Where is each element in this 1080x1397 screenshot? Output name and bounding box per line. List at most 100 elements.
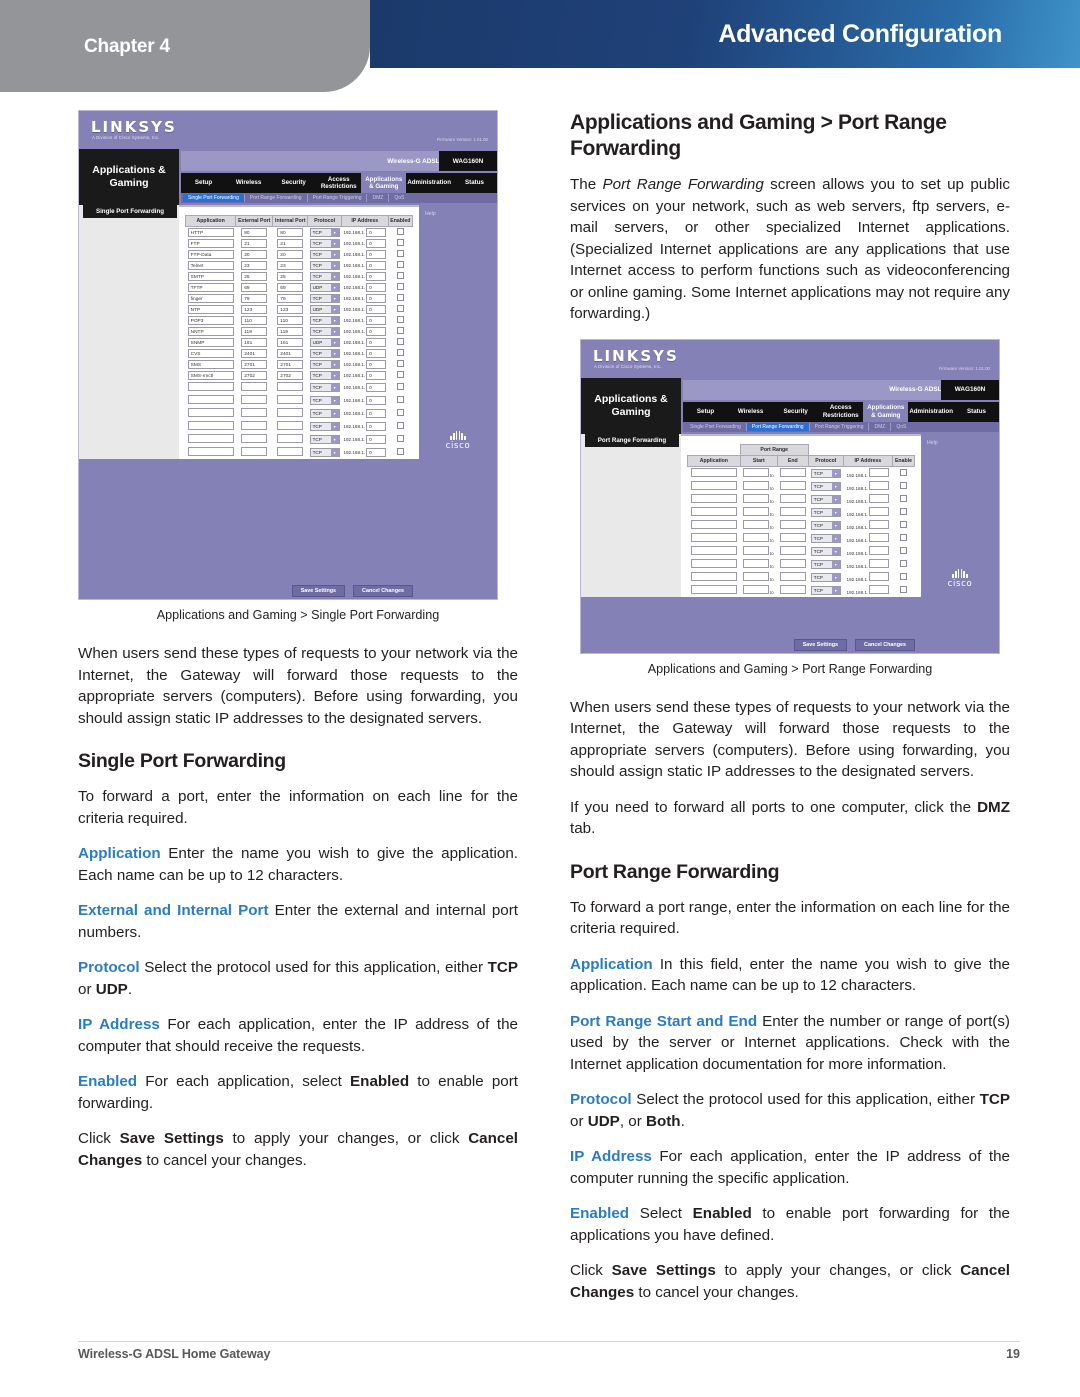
ip-suffix-input[interactable]: 0 [366, 283, 387, 292]
protocol-select[interactable]: TCP ▾ [309, 272, 340, 281]
internal-port-input[interactable]: 2701 [277, 360, 304, 369]
ip-suffix-input[interactable]: 0 [366, 338, 387, 347]
external-port-input[interactable]: 21 [241, 239, 268, 248]
router-tab-wireless[interactable]: Wireless [226, 173, 271, 193]
enabled-checkbox[interactable] [396, 448, 404, 455]
enabled-checkbox[interactable] [396, 228, 404, 235]
protocol-select[interactable]: TCP ▾ [309, 422, 340, 431]
router-subtab-single-port-forwarding[interactable]: Single Port Forwarding [183, 194, 245, 202]
internal-port-input[interactable]: 69 [277, 283, 304, 292]
internal-port-input[interactable]: 21 [277, 239, 304, 248]
router-subtab-single-port-forwarding-2[interactable]: Single Port Forwarding [685, 422, 747, 431]
application-input[interactable] [690, 545, 737, 555]
enabled-checkbox[interactable] [396, 250, 404, 257]
ip-suffix-input[interactable]: 0 [366, 327, 387, 336]
application-input[interactable] [187, 434, 234, 443]
internal-port-input[interactable] [277, 421, 304, 430]
application-input[interactable] [690, 532, 737, 542]
application-input[interactable]: Telnet [187, 261, 234, 270]
save-settings-button-2[interactable]: Save Settings [793, 638, 848, 651]
start-port-input[interactable] [742, 545, 769, 555]
router-tab-bar[interactable]: Setup Wireless Security Access Restricti… [181, 173, 497, 193]
router-tab-administration-2[interactable]: Administration [908, 402, 954, 422]
protocol-select[interactable]: TCP ▾ [309, 435, 340, 444]
application-input[interactable] [187, 382, 234, 391]
application-input[interactable]: SMTP [187, 272, 234, 281]
router-tab-status[interactable]: Status [452, 173, 497, 193]
ip-suffix-input[interactable] [869, 506, 890, 516]
ip-suffix-input[interactable] [869, 584, 890, 594]
external-port-input[interactable]: 110 [241, 316, 268, 325]
ip-suffix-input[interactable]: 0 [366, 305, 387, 314]
protocol-select[interactable]: TCP ▾ [810, 481, 841, 491]
ip-suffix-input[interactable]: 0 [366, 422, 387, 431]
enable-checkbox[interactable] [899, 494, 907, 502]
application-input[interactable]: SMS [187, 360, 234, 369]
ip-suffix-input[interactable] [869, 532, 890, 542]
enabled-checkbox[interactable] [396, 435, 404, 442]
protocol-select[interactable]: TCP ▾ [309, 327, 340, 336]
end-port-input[interactable] [779, 519, 806, 529]
end-port-input[interactable] [779, 467, 806, 477]
application-input[interactable] [690, 558, 737, 568]
ip-suffix-input[interactable]: 0 [366, 360, 387, 369]
enabled-checkbox[interactable] [396, 338, 404, 345]
external-port-input[interactable]: 69 [241, 283, 268, 292]
application-input[interactable]: FTP [187, 239, 234, 248]
router-tab-setup[interactable]: Setup [181, 173, 226, 193]
external-port-input[interactable]: 20 [241, 250, 268, 259]
protocol-select[interactable]: TCP ▾ [309, 371, 340, 380]
internal-port-input[interactable] [277, 447, 304, 456]
ip-suffix-input[interactable]: 0 [366, 272, 387, 281]
router-subtab-port-range-triggering-2[interactable]: Port Range Triggering [810, 422, 870, 431]
ip-suffix-input[interactable]: 0 [366, 294, 387, 303]
start-port-input[interactable] [742, 571, 769, 581]
ip-suffix-input[interactable]: 0 [366, 409, 387, 418]
internal-port-input[interactable]: 2702 [277, 371, 304, 380]
ip-suffix-input[interactable]: 0 [366, 250, 387, 259]
router-tab-applications-gaming-2[interactable]: Applications & Gaming [863, 401, 909, 422]
protocol-select[interactable]: TCP ▾ [309, 316, 340, 325]
enabled-checkbox[interactable] [396, 316, 404, 323]
external-port-input[interactable]: 2401 [241, 349, 268, 358]
enabled-checkbox[interactable] [396, 396, 404, 403]
external-port-input[interactable]: 25 [241, 272, 268, 281]
end-port-input[interactable] [779, 506, 806, 516]
enabled-checkbox[interactable] [396, 360, 404, 367]
start-port-input[interactable] [742, 467, 769, 477]
external-port-input[interactable]: 23 [241, 261, 268, 270]
router-tab-access-restrictions-2[interactable]: Access Restrictions [818, 402, 863, 422]
enable-checkbox[interactable] [899, 468, 907, 476]
application-input[interactable]: NNTP [187, 327, 234, 336]
internal-port-input[interactable]: 79 [277, 294, 304, 303]
application-input[interactable] [187, 395, 234, 404]
application-input[interactable] [187, 421, 234, 430]
enable-checkbox[interactable] [899, 507, 907, 515]
application-input[interactable] [690, 506, 737, 516]
help-label[interactable]: Help [425, 211, 436, 217]
internal-port-input[interactable]: 161 [277, 338, 304, 347]
router-tab-access-restrictions[interactable]: Access Restrictions [316, 173, 361, 193]
start-port-input[interactable] [742, 558, 769, 568]
application-input[interactable]: TFTP [187, 283, 234, 292]
ip-suffix-input[interactable] [869, 545, 890, 555]
enabled-checkbox[interactable] [396, 349, 404, 356]
external-port-input[interactable]: 119 [241, 327, 268, 336]
protocol-select[interactable]: TCP ▾ [810, 559, 841, 569]
application-input[interactable]: CVS [187, 349, 234, 358]
protocol-select[interactable]: TCP ▾ [810, 520, 841, 530]
protocol-select[interactable]: TCP ▾ [309, 360, 340, 369]
external-port-input[interactable] [241, 447, 268, 456]
protocol-select[interactable]: TCP ▾ [810, 585, 841, 595]
router-subtab-bar[interactable]: Single Port Forwarding Port Range Forwar… [181, 193, 497, 203]
start-port-input[interactable] [742, 519, 769, 529]
ip-suffix-input[interactable]: 0 [366, 316, 387, 325]
router-subtab-bar-2[interactable]: Single Port Forwarding Port Range Forwar… [683, 421, 999, 432]
enable-checkbox[interactable] [899, 559, 907, 567]
router-tab-status-2[interactable]: Status [954, 402, 999, 422]
internal-port-input[interactable]: 110 [277, 316, 304, 325]
router-tab-wireless-2[interactable]: Wireless [728, 402, 773, 422]
application-input[interactable]: SMS-rmctl [187, 371, 234, 380]
external-port-input[interactable]: 123 [241, 305, 268, 314]
ip-suffix-input[interactable]: 0 [366, 371, 387, 380]
